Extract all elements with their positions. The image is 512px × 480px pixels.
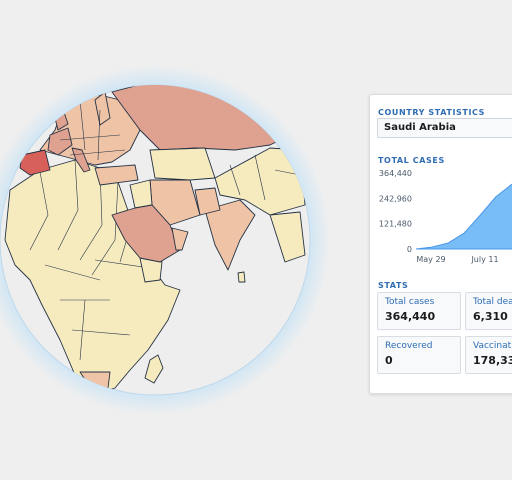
country-statistics-title: COUNTRY STATISTICS <box>378 108 485 117</box>
total-cases-chart[interactable]: 364,440 242,960 121,480 0 May 29 July 11 <box>370 169 512 265</box>
country-sri-lanka[interactable] <box>237 271 246 283</box>
x-tick-label: July 11 <box>470 255 498 264</box>
stat-card-recovered: Recovered 0 <box>377 336 461 374</box>
cases-area-series <box>415 183 512 250</box>
stat-label: Total deaths <box>473 297 512 307</box>
stat-value: 6,310 <box>473 310 508 323</box>
stat-label: Recovered <box>385 341 433 351</box>
stat-label: Total cases <box>385 297 435 307</box>
country-select[interactable]: Saudi Arabia <box>377 118 512 138</box>
y-tick-label: 242,960 <box>379 194 412 203</box>
y-tick-label: 121,480 <box>379 220 412 229</box>
stats-title: STATS <box>378 281 409 290</box>
stat-label: Vaccinations <box>473 341 512 351</box>
stat-card-total-cases: Total cases 364,440 <box>377 292 461 330</box>
stat-card-total-deaths: Total deaths 6,310 <box>465 292 512 330</box>
x-tick-label: May 29 <box>416 255 445 264</box>
stat-value: 178,337 <box>473 354 512 367</box>
statistics-panel: COUNTRY STATISTICS Saudi Arabia TOTAL CA… <box>369 94 512 394</box>
world-globe-map[interactable] <box>0 0 360 480</box>
country-pakistan[interactable] <box>194 187 221 216</box>
stat-card-vaccinations: Vaccinations 178,337 <box>465 336 512 374</box>
y-tick-label: 364,440 <box>379 169 412 178</box>
y-tick-label: 0 <box>407 245 412 254</box>
stat-value: 0 <box>385 354 393 367</box>
total-cases-title: TOTAL CASES <box>378 156 445 165</box>
country-kazakhstan[interactable] <box>149 147 216 181</box>
stat-value: 364,440 <box>385 310 436 323</box>
